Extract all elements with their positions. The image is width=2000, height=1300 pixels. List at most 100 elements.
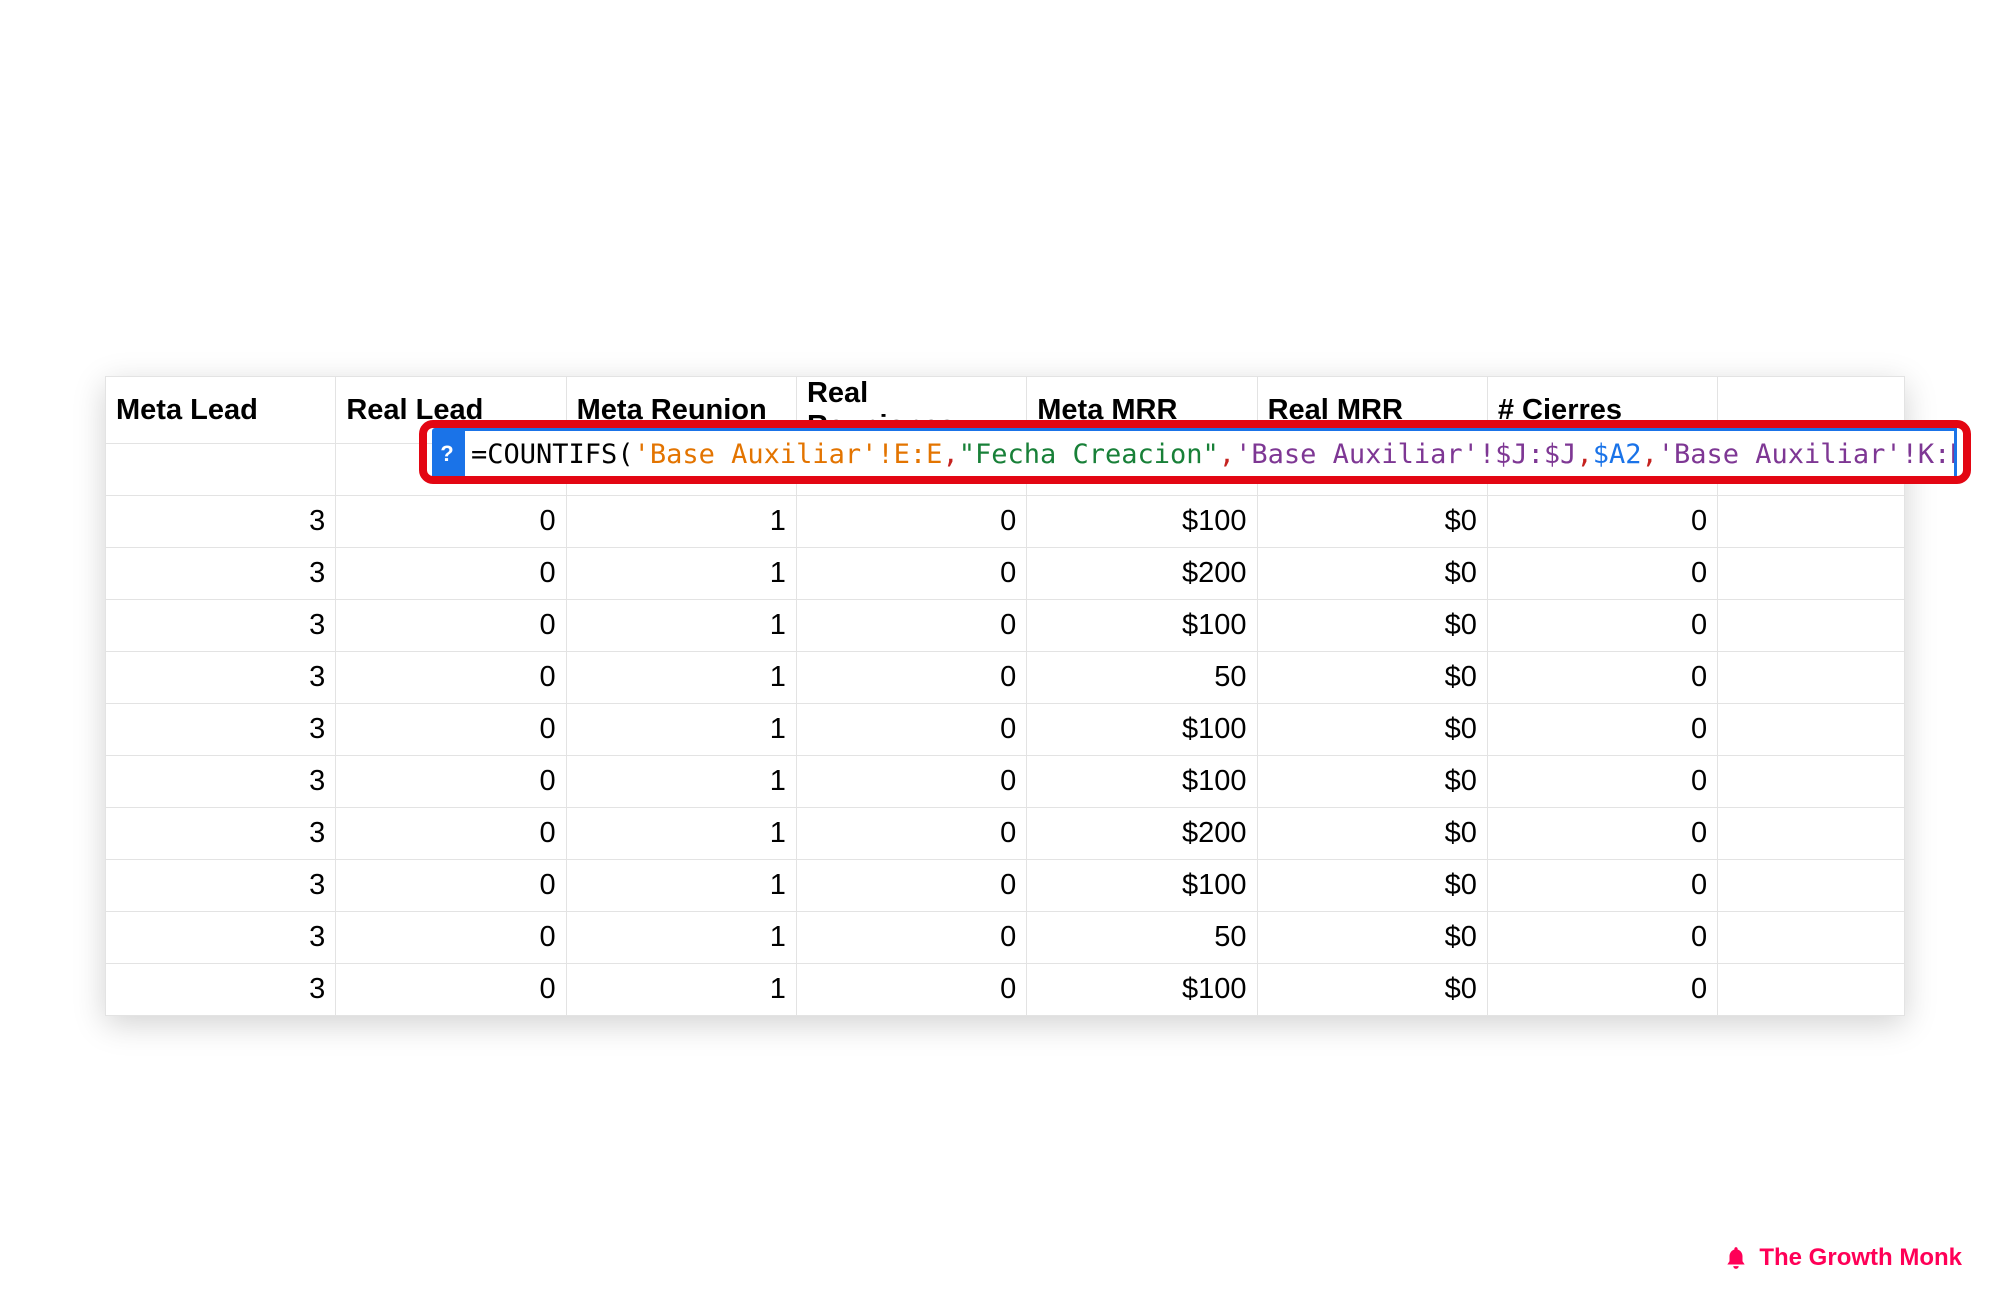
cell[interactable]: 3 [106,600,336,652]
cell[interactable]: $100 [1027,860,1257,912]
formula-help-icon[interactable]: ? [432,428,462,480]
cell[interactable]: 1 [566,704,796,756]
cell[interactable]: $100 [1027,964,1257,1016]
table-row[interactable]: 301050$00 [106,912,1905,964]
cell[interactable]: 3 [106,496,336,548]
col-meta-lead[interactable]: Meta Lead [106,377,336,444]
cell[interactable]: 0 [796,652,1026,704]
cell[interactable]: 0 [1487,548,1717,600]
cell[interactable]: $0 [1257,548,1487,600]
cell[interactable]: 1 [566,548,796,600]
cell[interactable]: 50 [1027,652,1257,704]
table-row[interactable]: 3010$100$00 [106,964,1905,1016]
cell[interactable] [1718,912,1905,964]
cell[interactable]: 3 [106,756,336,808]
cell[interactable]: 0 [1487,808,1717,860]
cell[interactable]: 0 [796,860,1026,912]
cell[interactable]: 0 [336,808,566,860]
formula-input[interactable]: =COUNTIFS('Base Auxiliar'!E:E,"Fecha Cre… [462,428,1957,480]
table-row[interactable]: 3010$200$00 [106,808,1905,860]
cell[interactable] [1718,548,1905,600]
cell[interactable]: 0 [796,756,1026,808]
cell[interactable]: $0 [1257,652,1487,704]
spreadsheet[interactable]: Meta Lead Real Lead Meta Reunion Real Re… [105,376,1905,1016]
cell[interactable]: $0 [1257,912,1487,964]
cell[interactable]: 1 [566,808,796,860]
cell[interactable]: 1 [566,912,796,964]
cell[interactable]: $200 [1027,808,1257,860]
table-row[interactable]: 3010$100$00 [106,600,1905,652]
cell[interactable] [1718,704,1905,756]
cell[interactable]: $0 [1257,964,1487,1016]
table-row[interactable]: 301050$00 [106,652,1905,704]
cell[interactable]: $0 [1257,808,1487,860]
cell[interactable]: 50 [1027,912,1257,964]
cell[interactable] [1718,600,1905,652]
table-row[interactable]: 3010$100$00 [106,704,1905,756]
cell[interactable]: 0 [336,600,566,652]
table-row[interactable]: 3010$100$00 [106,860,1905,912]
cell[interactable]: 0 [336,496,566,548]
table-row[interactable]: 3010$100$00 [106,756,1905,808]
cell[interactable] [1718,652,1905,704]
cell[interactable]: 0 [1487,652,1717,704]
cell[interactable]: 0 [336,964,566,1016]
cell[interactable] [1718,964,1905,1016]
cell[interactable] [1718,496,1905,548]
cell[interactable]: 0 [796,548,1026,600]
cell[interactable]: 0 [1487,600,1717,652]
formula-range-3: 'Base Auxiliar'!K:K [1658,439,1957,470]
cell[interactable]: $100 [1027,496,1257,548]
cell[interactable]: 0 [796,600,1026,652]
cell[interactable]: $100 [1027,756,1257,808]
cell[interactable]: 0 [336,704,566,756]
cell[interactable]: 0 [336,912,566,964]
cell[interactable]: $0 [1257,704,1487,756]
cell[interactable] [1718,756,1905,808]
cell[interactable]: 3 [106,860,336,912]
cell[interactable]: 0 [1487,496,1717,548]
cell[interactable]: $200 [1027,548,1257,600]
cell[interactable]: $100 [1027,704,1257,756]
cell[interactable]: 0 [796,704,1026,756]
cell[interactable] [106,444,336,496]
cell[interactable]: 0 [796,964,1026,1016]
cell[interactable]: 3 [106,964,336,1016]
cell[interactable]: 1 [566,652,796,704]
cell[interactable]: 0 [796,912,1026,964]
formula-criteria-1: "Fecha Creacion" [959,439,1219,470]
cell[interactable]: 1 [566,964,796,1016]
cell[interactable]: 0 [336,756,566,808]
cell[interactable]: 0 [796,808,1026,860]
cell[interactable]: 1 [566,600,796,652]
cell[interactable]: 0 [1487,964,1717,1016]
cell[interactable]: 1 [566,756,796,808]
cell[interactable]: $0 [1257,496,1487,548]
cell[interactable]: 3 [106,652,336,704]
formula-editor[interactable]: ? =COUNTIFS('Base Auxiliar'!E:E,"Fecha C… [432,428,1957,480]
cell[interactable]: 3 [106,548,336,600]
cell[interactable]: 0 [1487,756,1717,808]
formula-range-1: 'Base Auxiliar'!E:E [634,439,943,470]
cell[interactable]: $0 [1257,860,1487,912]
cell[interactable]: 0 [1487,912,1717,964]
cell[interactable] [1718,808,1905,860]
cell[interactable]: 3 [106,808,336,860]
cell[interactable] [1718,860,1905,912]
table-row[interactable]: 3010$100$00 [106,496,1905,548]
cell[interactable]: 1 [566,860,796,912]
cell[interactable]: 0 [796,496,1026,548]
cell[interactable]: 0 [336,548,566,600]
cell[interactable]: $100 [1027,600,1257,652]
formula-comma: , [1641,439,1657,470]
cell[interactable]: 0 [1487,704,1717,756]
cell[interactable]: 1 [566,496,796,548]
cell[interactable]: 3 [106,704,336,756]
cell[interactable]: 0 [336,860,566,912]
cell[interactable]: 0 [336,652,566,704]
cell[interactable]: $0 [1257,600,1487,652]
cell[interactable]: 0 [1487,860,1717,912]
table-row[interactable]: 3010$200$00 [106,548,1905,600]
cell[interactable]: $0 [1257,756,1487,808]
cell[interactable]: 3 [106,912,336,964]
